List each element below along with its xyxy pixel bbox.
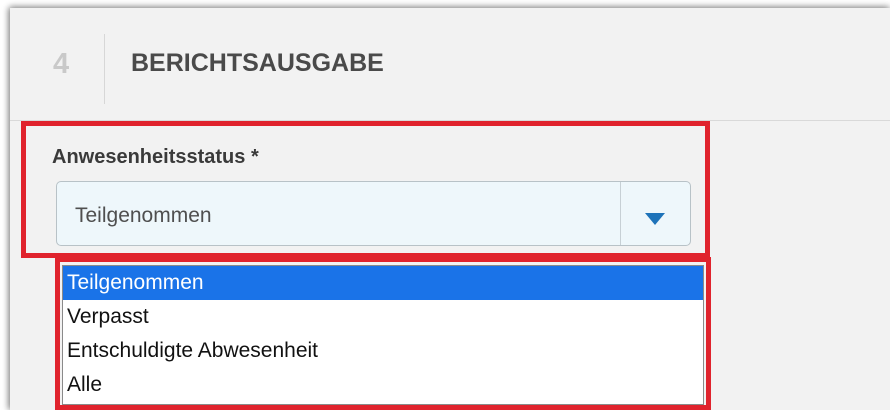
section-title: BERICHTSAUSGABE — [131, 49, 384, 77]
attendance-status-select[interactable]: Teilgenommen — [56, 181, 691, 246]
chevron-down-icon[interactable] — [645, 213, 665, 225]
select-divider — [620, 182, 621, 245]
step-number: 4 — [53, 48, 70, 80]
option-entschuldigte-abwesenheit[interactable]: Entschuldigte Abwesenheit — [63, 334, 703, 368]
option-alle[interactable]: Alle — [63, 368, 703, 402]
header-divider — [104, 34, 105, 104]
option-teilgenommen[interactable]: Teilgenommen — [63, 266, 703, 300]
select-current-value: Teilgenommen — [75, 204, 212, 227]
attendance-status-label: Anwesenheitsstatus * — [52, 146, 259, 168]
option-verpasst[interactable]: Verpasst — [63, 300, 703, 334]
section-header: 4 BERICHTSAUSGABE — [10, 8, 890, 121]
attendance-status-options: Teilgenommen Verpasst Entschuldigte Abwe… — [62, 265, 704, 405]
